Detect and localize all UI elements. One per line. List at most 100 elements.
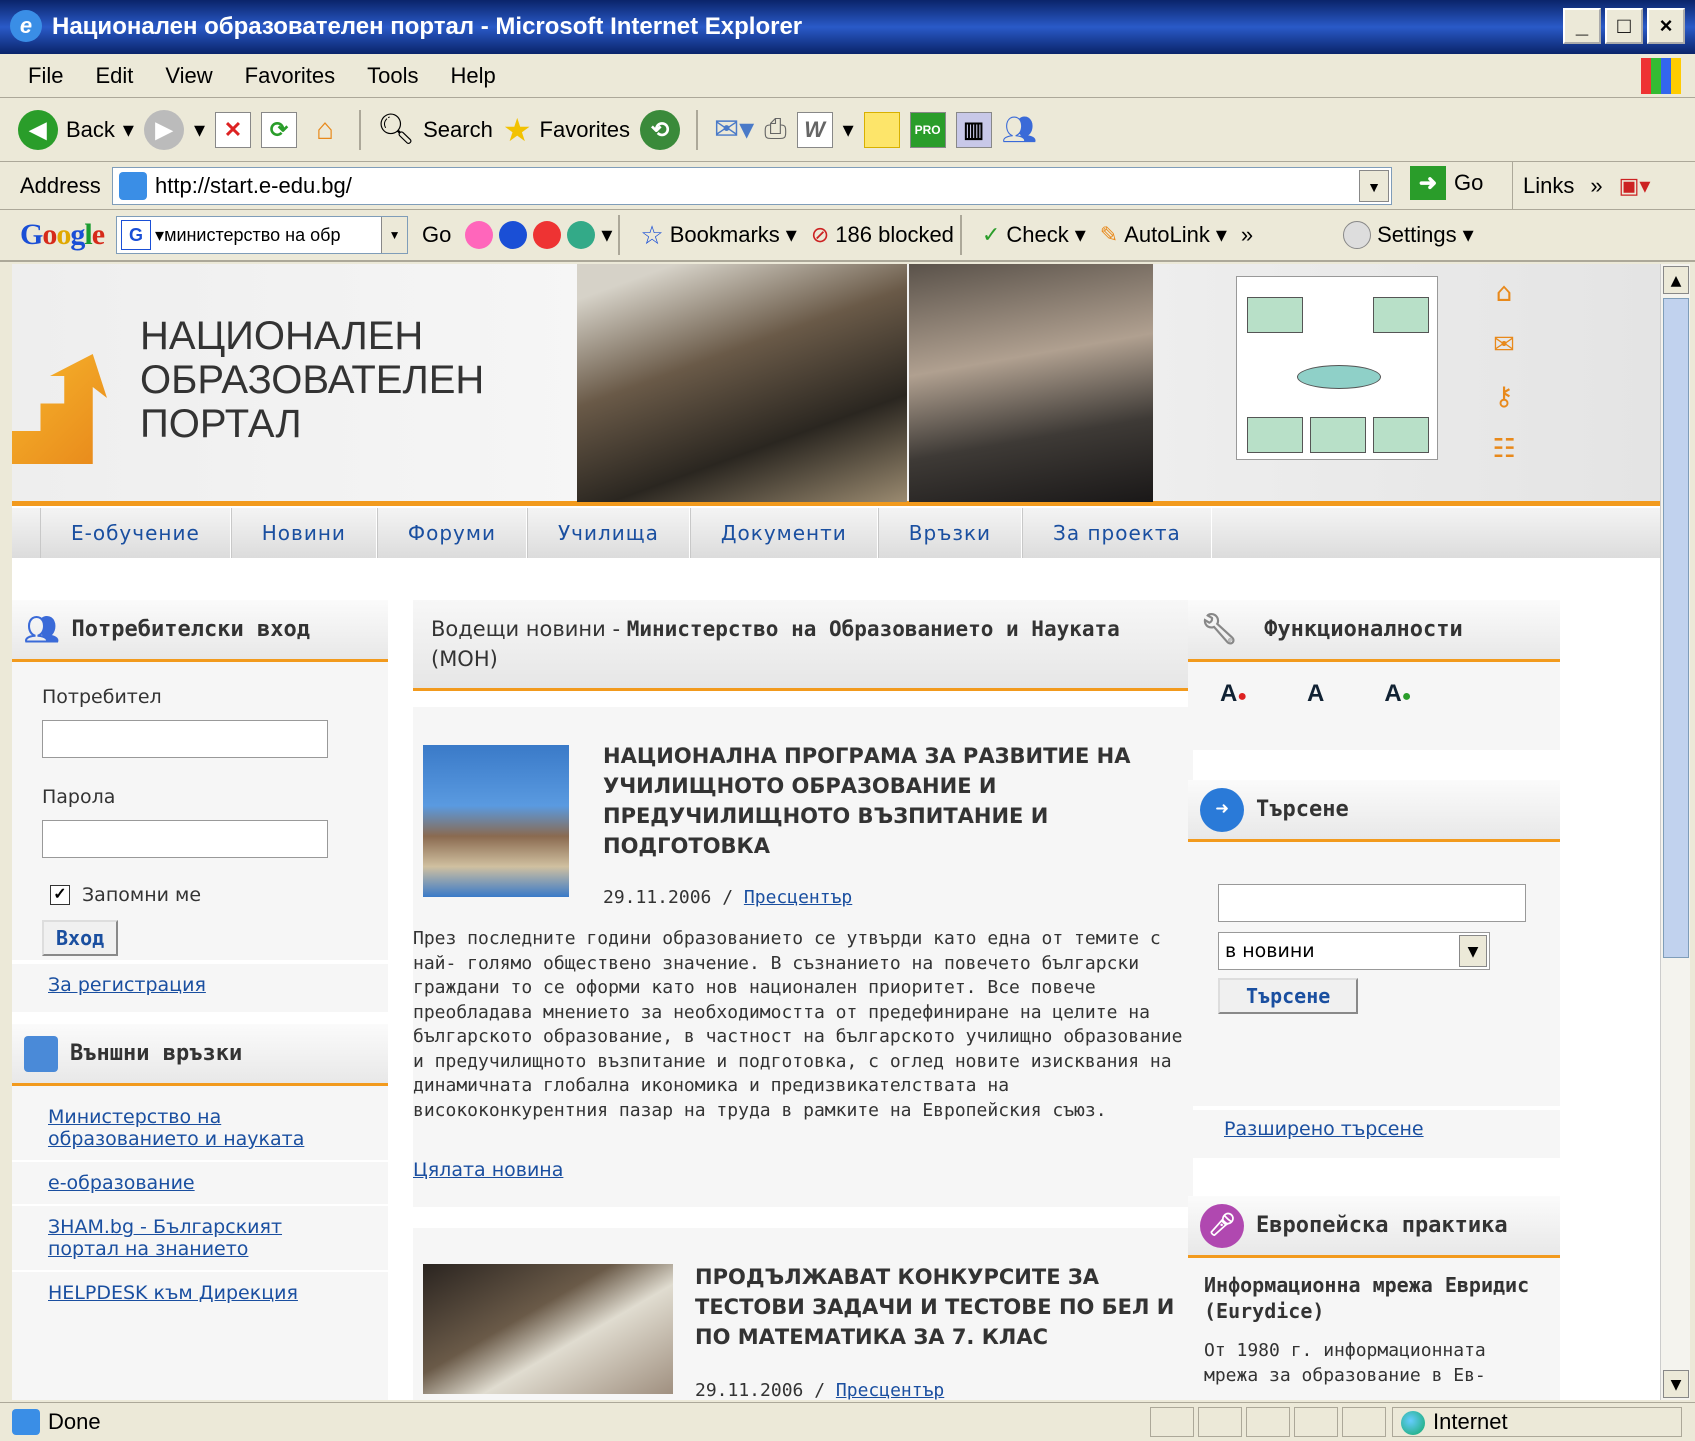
google-toolbar: Google G ▾ министерство на обр ▼ Go ▾ ☆ Bo… [0,210,1695,262]
print-button[interactable]: ⎙ [764,113,786,146]
menu-tools[interactable]: Tools [367,63,418,89]
refresh-button[interactable]: ⟳ [261,111,298,148]
spellcheck-icon: ✓ [981,222,1001,247]
stop-button[interactable]: ✕ [215,111,252,148]
nav-documents[interactable]: Документи [689,508,878,558]
icq-button[interactable]: PRO [909,111,946,148]
wrench-icon: 🔧︎ [1200,612,1239,647]
login-heading: Потребителски вход [71,617,310,642]
news-icon[interactable] [465,221,494,249]
mail-icon[interactable]: ✉ [1493,330,1515,360]
key-icon[interactable]: ⚷ [1494,382,1513,412]
menu-favorites[interactable]: Favorites [245,63,335,89]
back-button[interactable]: ◀ Back ▾ [18,109,134,150]
popup-blocker-button[interactable]: ⊘ 186 blocked [811,222,954,248]
menu-edit[interactable]: Edit [95,63,133,89]
nav-about[interactable]: За проекта [1022,508,1212,558]
link-helpdesk[interactable]: HELPDESK към Дирекция [48,1282,352,1304]
scroll-up-button[interactable]: ▲ [1663,266,1689,294]
google-search-input[interactable]: G ▾ министерство на обр ▼ [116,216,409,254]
address-bar: Address http://start.e-edu.bg/ ▼ ➜ Go Li… [0,162,1695,210]
minimize-button[interactable]: _ [1563,8,1601,44]
title-bar: e Национален образователен портал - Micr… [0,0,1695,54]
bookmarks-button[interactable]: ☆ Bookmarks ▾ [640,220,796,251]
spellcheck-button[interactable]: ✓ Check ▾ [982,222,1086,248]
menu-file[interactable]: File [28,63,63,89]
back-arrow-icon: ◀ [18,109,58,150]
users-icon: 👥︎ [24,613,60,646]
site-search-button[interactable]: Търсене [1218,978,1359,1014]
mail-button[interactable]: ✉▾ [714,112,754,147]
history-button[interactable]: ⟲ [640,109,680,150]
password-input[interactable] [42,820,328,858]
spiral-icon[interactable] [533,221,562,249]
password-label: Парола [42,786,116,808]
scroll-thumb[interactable] [1663,298,1689,958]
edit-button[interactable]: W [796,111,833,148]
messenger-button[interactable]: 👥︎ [1002,113,1038,146]
font-decrease-button[interactable]: A● [1220,680,1247,708]
link-znam[interactable]: ЗНАМ.bg - Българският портал на знанието [48,1216,352,1260]
advanced-search-link[interactable]: Разширено търсене [1224,1118,1424,1140]
search-icon: 🔍︎ [377,113,416,146]
scroll-down-button[interactable]: ▼ [1663,1370,1689,1398]
forward-button[interactable]: ▶ [143,109,184,150]
close-button[interactable]: × [1647,8,1685,44]
status-text: Done [48,1409,101,1434]
news-title[interactable]: НАЦИОНАЛНА ПРОГРАМА ЗА РАЗВИТИЕ НА УЧИЛИ… [603,741,1193,861]
puzzle-icon[interactable] [567,221,596,249]
login-button[interactable]: Вход [42,920,119,956]
nav-schools[interactable]: Училища [526,508,690,558]
favorites-button[interactable]: ★ Favorites [503,111,630,149]
go-arrow-icon: ➜ [1410,166,1446,200]
nav-e-learning[interactable]: Е-обучение [40,508,231,558]
remember-label: Запомни ме [82,884,202,906]
search-scope-select[interactable]: в новини ▼ [1218,932,1490,970]
diagram-image [1236,276,1438,460]
remember-checkbox[interactable]: ✓ [50,885,70,905]
news-category-link[interactable]: Пресцентър [744,887,852,908]
maximize-button[interactable]: □ [1605,8,1643,44]
toolbar-extra-icon[interactable]: ▣▾ [1619,173,1651,199]
practice-title[interactable]: Информационна мрежа Евридис (Eurydice) [1204,1272,1544,1324]
news-category-link[interactable]: Пресцентър [836,1380,944,1400]
address-input[interactable]: http://start.e-edu.bg/ ▼ [112,167,1392,205]
address-dropdown[interactable]: ▼ [1359,170,1389,202]
more-chevron-icon[interactable]: » [1241,222,1253,248]
page-icon [119,172,147,200]
site-search-input[interactable] [1218,884,1526,922]
font-increase-button[interactable]: A● [1384,680,1411,708]
research-button[interactable]: ▥ [955,111,992,148]
settings-button[interactable]: Settings ▾ [1343,221,1474,249]
menu-view[interactable]: View [165,63,212,89]
home-button[interactable]: ⌂ [307,112,343,148]
globe-icon[interactable] [499,221,528,249]
font-normal-button[interactable]: A [1307,680,1324,708]
news-title[interactable]: ПРОДЪЛЖАВАТ КОНКУРСИТЕ ЗА ТЕСТОВИ ЗАДАЧИ… [695,1262,1195,1352]
search-heading: Търсене [1256,797,1349,822]
home-icon[interactable]: ⌂ [1496,278,1513,308]
link-ministry[interactable]: Министерство на образованието и науката [48,1106,352,1150]
discuss-button[interactable] [863,111,900,148]
link-e-education[interactable]: е-образование [48,1172,352,1194]
ie-icon: e [10,10,42,42]
vertical-scrollbar[interactable]: ▲ ▼ [1660,264,1690,1400]
links-button[interactable]: Links [1523,173,1574,199]
nav-links[interactable]: Връзки [877,508,1023,558]
address-book-icon [24,1035,58,1072]
go-button[interactable]: ➜ Go [1410,166,1483,200]
username-input[interactable] [42,720,328,758]
news-thumbnail[interactable] [423,1264,673,1394]
menu-help[interactable]: Help [451,63,496,89]
login-box: 👥︎ Потребителски вход Потребител Парола … [12,600,388,960]
news-thumbnail[interactable] [423,745,569,897]
autolink-button[interactable]: ✎ AutoLink ▾ [1100,222,1227,248]
nav-news[interactable]: Новини [230,508,377,558]
nav-forums[interactable]: Форуми [376,508,527,558]
sitemap-icon[interactable]: ☷ [1492,434,1515,464]
read-more-link[interactable]: Цялата новина [413,1159,563,1181]
register-link[interactable]: За регистрация [48,974,206,996]
search-button[interactable]: 🔍︎ Search [377,112,493,147]
google-go-button[interactable]: Go [422,222,451,248]
keyboard-photo [909,264,1153,502]
